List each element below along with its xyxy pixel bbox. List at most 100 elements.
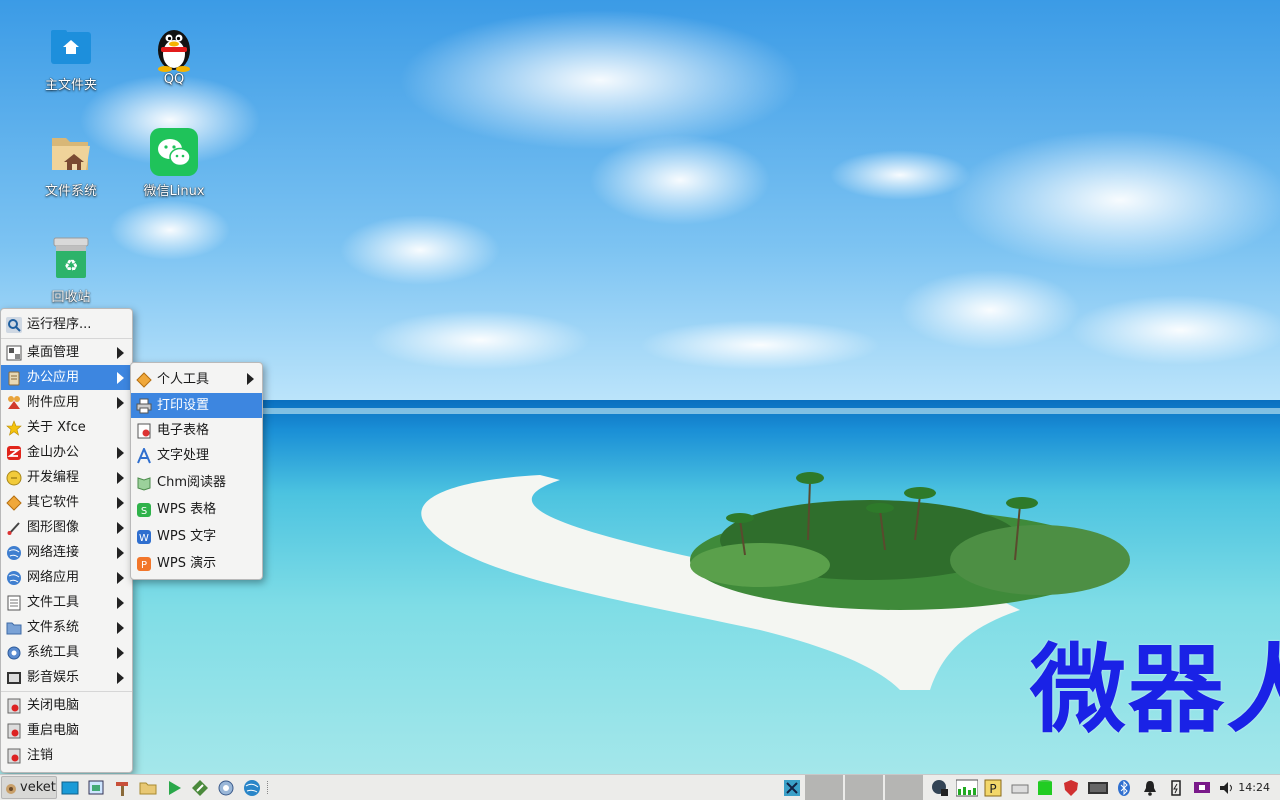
menu-item-graphics[interactable]: 图形图像 (1, 515, 132, 540)
menu-item-shutdown[interactable]: 关闭电脑 (1, 693, 132, 718)
menu-item-label: 运行程序... (27, 317, 92, 332)
file-tools-icon (6, 595, 22, 611)
taskbar: veket P 14:24 (0, 774, 1280, 800)
menu-item-label: 文件系统 (27, 620, 80, 635)
menu-item-label: WPS 表格 (157, 502, 217, 517)
submenu-arrow-icon (117, 447, 124, 459)
power-icon[interactable] (1167, 779, 1185, 797)
submenu-item-chm-reader[interactable]: Chm阅读器 (131, 469, 262, 496)
shield-icon[interactable] (1062, 779, 1080, 797)
network-icon (6, 545, 22, 561)
screen-icon[interactable] (1193, 779, 1211, 797)
start-menu-button[interactable]: veket (1, 776, 57, 799)
cpu-meter-icon[interactable] (955, 779, 979, 797)
taskbar-window-button[interactable] (805, 775, 843, 800)
menu-separator (1, 338, 132, 339)
menu-item-desktop-management[interactable]: 桌面管理 (1, 340, 132, 365)
folder-icon[interactable] (139, 779, 157, 797)
menu-item-kingsoft-office[interactable]: 金山办公 (1, 440, 132, 465)
media-player-icon[interactable] (165, 779, 183, 797)
submenu-arrow-icon (117, 397, 124, 409)
internet-icon (6, 570, 22, 586)
submenu-item-wps-presentation[interactable]: P WPS 演示 (131, 550, 262, 577)
desktop-icon[interactable] (61, 779, 79, 797)
start-menu: 运行程序... 桌面管理 办公应用 附件应用 关于 Xfce 金山办公 开发编程… (0, 308, 133, 773)
wps-writer-icon: W (136, 528, 152, 544)
menu-item-logout[interactable]: 注销 (1, 743, 132, 768)
menu-item-label: 其它软件 (27, 495, 80, 510)
tray-app-icon[interactable] (783, 779, 801, 797)
hammer-icon[interactable] (113, 779, 131, 797)
browser-icon[interactable] (243, 779, 261, 797)
desktop-icon-label: 微信Linux (143, 184, 205, 199)
filesystem-folder-icon (48, 130, 94, 176)
menu-item-office-apps[interactable]: 办公应用 (1, 365, 132, 390)
menu-item-about-xfce[interactable]: 关于 Xfce (1, 415, 132, 440)
screenshot-icon[interactable] (87, 779, 105, 797)
submenu-item-word-processor[interactable]: 文字处理 (131, 443, 262, 469)
menu-item-reboot[interactable]: 重启电脑 (1, 718, 132, 743)
drive-icon[interactable] (1011, 779, 1029, 797)
personal-tools-icon (136, 371, 152, 388)
menu-item-label: 图形图像 (27, 520, 80, 535)
menu-item-label: 个人工具 (157, 372, 210, 387)
wechat-icon (150, 128, 198, 176)
menu-item-internet-apps[interactable]: 网络应用 (1, 565, 132, 590)
desktop-icon-filesystem[interactable]: 文件系统 (26, 130, 116, 199)
menu-item-system-tools[interactable]: 系统工具 (1, 640, 132, 665)
submenu-arrow-icon (117, 347, 124, 359)
menu-item-label: 网络应用 (27, 570, 80, 585)
menu-item-network-connection[interactable]: 网络连接 (1, 540, 132, 565)
star-icon (6, 420, 22, 436)
volume-icon[interactable] (1218, 779, 1236, 797)
office-icon (6, 370, 22, 386)
menu-item-accessories[interactable]: 附件应用 (1, 390, 132, 415)
logout-icon (6, 748, 22, 764)
keyboard-icon[interactable] (1088, 779, 1108, 797)
taskbar-window-button[interactable] (885, 775, 923, 800)
menu-item-label: 文字处理 (157, 448, 210, 463)
submenu-item-spreadsheet[interactable]: 电子表格 (131, 418, 262, 443)
start-menu-label: veket (20, 780, 56, 795)
home-folder-icon (48, 24, 94, 70)
desktop-icon-home-folder[interactable]: 主文件夹 (26, 24, 116, 93)
battery-green-icon[interactable] (1036, 779, 1054, 797)
menu-item-filesystem[interactable]: 文件系统 (1, 615, 132, 640)
wps-spreadsheet-icon: S (136, 501, 152, 517)
network-status-icon[interactable] (931, 779, 949, 797)
desktop-icon-trash[interactable]: ♻ 回收站 (26, 236, 116, 305)
menu-item-multimedia[interactable]: 影音娱乐 (1, 665, 132, 690)
menu-item-run-program[interactable]: 运行程序... (1, 312, 132, 337)
submenu-item-wps-spreadsheet[interactable]: S WPS 表格 (131, 496, 262, 523)
submenu-item-print-settings[interactable]: 打印设置 (131, 393, 262, 418)
menu-item-label: 网络连接 (27, 545, 80, 560)
submenu-item-wps-writer[interactable]: W WPS 文字 (131, 523, 262, 550)
wps-presentation-icon: P (136, 555, 152, 571)
submenu-item-personal-tools[interactable]: 个人工具 (131, 366, 262, 393)
menu-item-file-tools[interactable]: 文件工具 (1, 590, 132, 615)
accessories-icon (6, 395, 22, 411)
desktop-watermark-text: 微器人 (1030, 634, 1280, 746)
multimedia-icon (6, 670, 22, 686)
menu-item-label: 电子表格 (157, 423, 210, 438)
desktop-icon-wechat[interactable]: 微信Linux (129, 128, 219, 199)
parking-icon[interactable]: P (984, 779, 1002, 797)
submenu-arrow-icon (117, 597, 124, 609)
clock[interactable]: 14:24 (1238, 775, 1270, 800)
system-tools-icon (6, 645, 22, 661)
menu-item-other-software[interactable]: 其它软件 (1, 490, 132, 515)
menu-item-label: 开发编程 (27, 470, 80, 485)
bluetooth-icon[interactable] (1115, 779, 1133, 797)
wps-icon (6, 445, 22, 461)
editor-icon[interactable] (191, 779, 209, 797)
menu-item-label: 关于 Xfce (27, 420, 86, 435)
desktop-icon-label: 回收站 (51, 290, 91, 305)
settings-icon[interactable] (217, 779, 235, 797)
chm-reader-icon (136, 474, 152, 491)
menu-item-label: 金山办公 (27, 445, 80, 460)
menu-item-development[interactable]: 开发编程 (1, 465, 132, 490)
menu-item-label: WPS 演示 (157, 556, 217, 571)
desktop-icon-qq[interactable]: QQ (129, 22, 219, 87)
taskbar-window-button[interactable] (845, 775, 883, 800)
notification-bell-icon[interactable] (1141, 779, 1159, 797)
